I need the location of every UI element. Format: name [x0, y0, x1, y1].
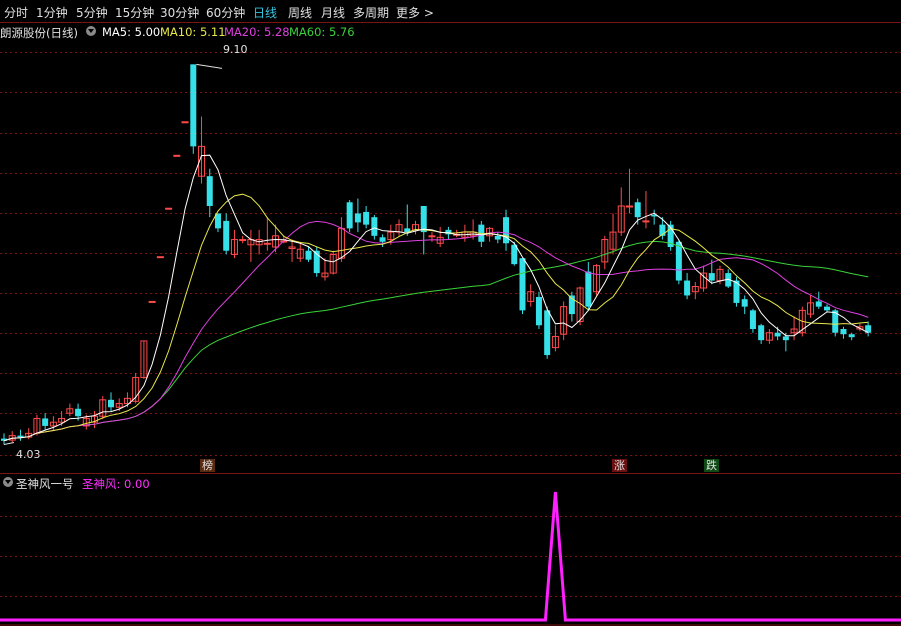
candle-down	[634, 202, 641, 218]
candle-up	[156, 256, 164, 259]
candle-down	[420, 206, 427, 233]
candle-down	[544, 310, 551, 356]
candle-down	[363, 211, 370, 225]
candle-down	[494, 235, 501, 240]
candle-down	[535, 296, 542, 326]
candle-down	[758, 325, 765, 341]
high-price-label: 9.10	[223, 43, 248, 56]
candle-down	[585, 271, 592, 307]
candle-down	[782, 336, 789, 341]
marker-zhang: 涨	[612, 459, 627, 472]
candle-down	[75, 408, 82, 417]
candle-down	[354, 213, 361, 223]
candle-down	[206, 176, 213, 206]
candle-down	[371, 217, 378, 236]
candle-up	[625, 205, 633, 208]
candle-down	[774, 332, 781, 337]
indicator-title: 圣神风一号	[16, 477, 74, 491]
candle-up	[148, 300, 156, 303]
candle-down	[346, 202, 353, 229]
marker-die: 跌	[704, 459, 719, 472]
candle-up	[173, 154, 181, 157]
candle-up	[181, 121, 189, 124]
candle-down	[749, 310, 756, 329]
indicator-value: 圣神风: 0.00	[82, 477, 150, 491]
candle-down	[379, 237, 386, 242]
low-pointer	[3, 442, 15, 446]
candle-up	[239, 239, 247, 242]
candle-up	[428, 235, 436, 238]
candle-down	[848, 334, 855, 338]
candle-up	[263, 242, 271, 245]
candle-down	[824, 306, 830, 311]
high-pointer	[196, 63, 223, 69]
kline-chart[interactable]	[0, 0, 901, 626]
marker-bang: 榜	[200, 459, 215, 472]
candle-down	[675, 241, 682, 281]
low-price-label: 4.03	[16, 448, 41, 461]
candle-down	[503, 217, 510, 244]
candle-down	[190, 64, 197, 147]
candle-down	[684, 280, 691, 296]
candle-down	[519, 258, 526, 311]
candle-down	[708, 273, 715, 281]
candle-down	[17, 435, 24, 438]
candle-up	[642, 220, 650, 223]
candle-down	[305, 250, 312, 260]
candle-down	[223, 220, 230, 251]
collapse-icon[interactable]	[3, 477, 13, 487]
candle-down	[815, 301, 822, 307]
candle-down	[840, 329, 847, 335]
candle-down	[741, 299, 748, 307]
candle-up	[165, 207, 173, 210]
candle-down	[42, 418, 49, 426]
candle-down	[107, 399, 114, 408]
